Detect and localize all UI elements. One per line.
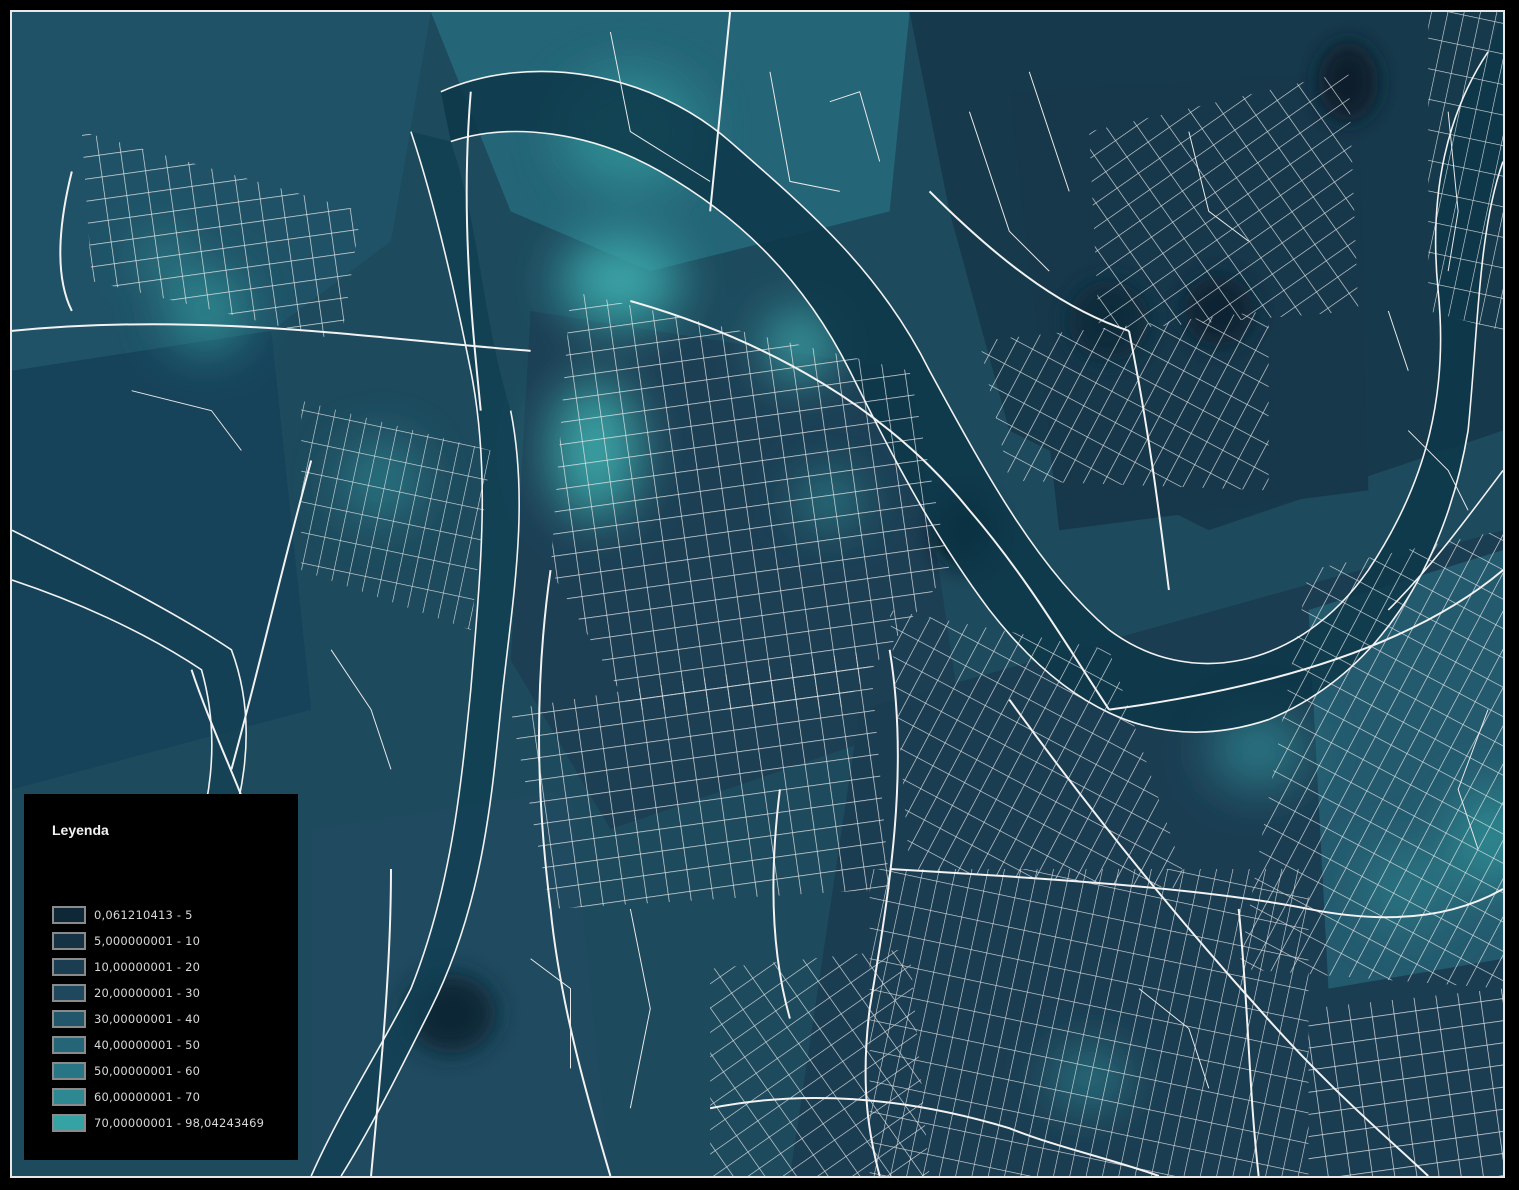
legend-swatch <box>52 932 86 950</box>
legend-swatch <box>52 1114 86 1132</box>
legend-item: 50,00000001 - 60 <box>52 1058 264 1084</box>
legend-label: 10,00000001 - 20 <box>94 960 201 974</box>
legend-title: Leyenda <box>52 822 109 838</box>
legend-item: 5,000000001 - 10 <box>52 928 264 954</box>
legend-label: 20,00000001 - 30 <box>94 986 201 1000</box>
legend-swatch <box>52 958 86 976</box>
legend-label: 60,00000001 - 70 <box>94 1090 201 1104</box>
legend-label: 0,061210413 - 5 <box>94 908 193 922</box>
legend-label: 30,00000001 - 40 <box>94 1012 201 1026</box>
legend-item: 30,00000001 - 40 <box>52 1006 264 1032</box>
legend-label: 70,00000001 - 98,04243469 <box>94 1116 265 1130</box>
legend-swatch <box>52 1062 86 1080</box>
legend-swatch <box>52 1088 86 1106</box>
legend-label: 50,00000001 - 60 <box>94 1064 201 1078</box>
map-frame: Leyenda 0,061210413 - 5 5,000000001 - 10… <box>10 10 1505 1178</box>
legend-swatch <box>52 984 86 1002</box>
legend-item: 40,00000001 - 50 <box>52 1032 264 1058</box>
legend-item: 10,00000001 - 20 <box>52 954 264 980</box>
legend-list: 0,061210413 - 5 5,000000001 - 10 10,0000… <box>52 902 264 1136</box>
legend-label: 5,000000001 - 10 <box>94 934 201 948</box>
legend-item: 20,00000001 - 30 <box>52 980 264 1006</box>
legend-item: 60,00000001 - 70 <box>52 1084 264 1110</box>
legend-item: 0,061210413 - 5 <box>52 902 264 928</box>
legend-item: 70,00000001 - 98,04243469 <box>52 1110 264 1136</box>
legend-swatch <box>52 1010 86 1028</box>
legend-swatch <box>52 906 86 924</box>
legend-swatch <box>52 1036 86 1054</box>
map-legend: Leyenda 0,061210413 - 5 5,000000001 - 10… <box>24 794 298 1160</box>
legend-label: 40,00000001 - 50 <box>94 1038 201 1052</box>
